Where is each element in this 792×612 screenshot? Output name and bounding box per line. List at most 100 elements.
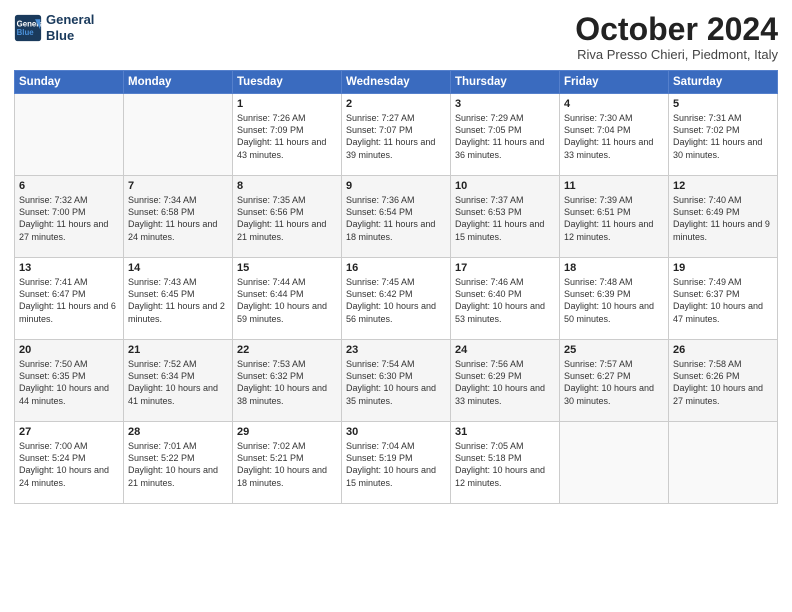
calendar-week-row: 20Sunrise: 7:50 AMSunset: 6:35 PMDayligh… [15,340,778,422]
calendar-day-6: 6Sunrise: 7:32 AMSunset: 7:00 PMDaylight… [15,176,124,258]
day-number: 18 [564,262,664,274]
day-number: 15 [237,262,337,274]
day-number: 25 [564,344,664,356]
day-number: 4 [564,98,664,110]
calendar-day-4: 4 Sunrise: 7:30 AMSunset: 7:04 PMDaylight… [560,94,669,176]
day-info: Sunrise: 7:52 AMSunset: 6:34 PMDaylight:… [128,358,228,407]
day-info: Sunrise: 7:36 AMSunset: 6:54 PMDaylight:… [346,194,446,243]
weekday-header-monday: Monday [124,71,233,94]
day-info: Sunrise: 7:26 AMSunset: 7:09 PMDaylight:… [237,112,337,161]
day-info: Sunrise: 7:35 AMSunset: 6:56 PMDaylight:… [237,194,337,243]
day-number: 7 [128,180,228,192]
calendar-empty [669,422,778,504]
calendar-day-5: 5 Sunrise: 7:31 AMSunset: 7:02 PMDaylight… [669,94,778,176]
calendar-week-row: 27 Sunrise: 7:00 AMSunset: 5:24 PMDayligh… [15,422,778,504]
day-info: Sunrise: 7:37 AMSunset: 6:53 PMDaylight:… [455,194,555,243]
calendar-day-18: 18 Sunrise: 7:48 AMSunset: 6:39 PMDayligh… [560,258,669,340]
header: General Blue General Blue October 2024 R… [14,12,778,62]
day-number: 3 [455,98,555,110]
day-info: Sunrise: 7:04 AMSunset: 5:19 PMDaylight:… [346,440,446,489]
calendar-day-14: 14Sunrise: 7:43 AMSunset: 6:45 PMDayligh… [124,258,233,340]
location-subtitle: Riva Presso Chieri, Piedmont, Italy [575,47,778,62]
day-number: 31 [455,426,555,438]
calendar-day-30: 30 Sunrise: 7:04 AMSunset: 5:19 PMDayligh… [342,422,451,504]
calendar-empty [560,422,669,504]
calendar-day-29: 29Sunrise: 7:02 AMSunset: 5:21 PMDayligh… [233,422,342,504]
day-number: 8 [237,180,337,192]
day-info: Sunrise: 7:39 AMSunset: 6:51 PMDaylight:… [564,194,664,243]
day-number: 30 [346,426,446,438]
day-number: 10 [455,180,555,192]
day-number: 9 [346,180,446,192]
day-info: Sunrise: 7:27 AMSunset: 7:07 PMDaylight:… [346,112,446,161]
calendar-day-3: 3 Sunrise: 7:29 AMSunset: 7:05 PMDaylight… [451,94,560,176]
calendar-day-28: 28Sunrise: 7:01 AMSunset: 5:22 PMDayligh… [124,422,233,504]
day-number: 5 [673,98,773,110]
calendar-day-9: 9 Sunrise: 7:36 AMSunset: 6:54 PMDaylight… [342,176,451,258]
calendar-empty [15,94,124,176]
day-info: Sunrise: 7:57 AMSunset: 6:27 PMDaylight:… [564,358,664,407]
day-number: 20 [19,344,119,356]
day-info: Sunrise: 7:45 AMSunset: 6:42 PMDaylight:… [346,276,446,325]
weekday-header-friday: Friday [560,71,669,94]
weekday-header-thursday: Thursday [451,71,560,94]
day-number: 11 [564,180,664,192]
calendar-day-20: 20Sunrise: 7:50 AMSunset: 6:35 PMDayligh… [15,340,124,422]
day-info: Sunrise: 7:56 AMSunset: 6:29 PMDaylight:… [455,358,555,407]
calendar-day-25: 25 Sunrise: 7:57 AMSunset: 6:27 PMDayligh… [560,340,669,422]
day-info: Sunrise: 7:44 AMSunset: 6:44 PMDaylight:… [237,276,337,325]
day-number: 2 [346,98,446,110]
weekday-header-wednesday: Wednesday [342,71,451,94]
day-number: 13 [19,262,119,274]
day-number: 14 [128,262,228,274]
calendar-day-27: 27 Sunrise: 7:00 AMSunset: 5:24 PMDayligh… [15,422,124,504]
calendar-day-23: 23 Sunrise: 7:54 AMSunset: 6:30 PMDayligh… [342,340,451,422]
day-info: Sunrise: 7:40 AMSunset: 6:49 PMDaylight:… [673,194,773,243]
day-info: Sunrise: 7:53 AMSunset: 6:32 PMDaylight:… [237,358,337,407]
calendar-day-31: 31Sunrise: 7:05 AMSunset: 5:18 PMDayligh… [451,422,560,504]
svg-text:Blue: Blue [17,28,35,37]
day-number: 21 [128,344,228,356]
day-number: 17 [455,262,555,274]
day-number: 1 [237,98,337,110]
calendar-day-16: 16Sunrise: 7:45 AMSunset: 6:42 PMDayligh… [342,258,451,340]
calendar-day-22: 22 Sunrise: 7:53 AMSunset: 6:32 PMDayligh… [233,340,342,422]
calendar-day-1: 1 Sunrise: 7:26 AMSunset: 7:09 PMDaylight… [233,94,342,176]
day-info: Sunrise: 7:31 AMSunset: 7:02 PMDaylight:… [673,112,773,161]
logo: General Blue General Blue [14,12,94,43]
calendar-day-11: 11 Sunrise: 7:39 AMSunset: 6:51 PMDayligh… [560,176,669,258]
day-number: 23 [346,344,446,356]
day-number: 27 [19,426,119,438]
day-info: Sunrise: 7:46 AMSunset: 6:40 PMDaylight:… [455,276,555,325]
day-info: Sunrise: 7:00 AMSunset: 5:24 PMDaylight:… [19,440,119,489]
day-number: 6 [19,180,119,192]
calendar-day-26: 26Sunrise: 7:58 AMSunset: 6:26 PMDayligh… [669,340,778,422]
logo-text: General Blue [46,12,94,43]
title-block: October 2024 Riva Presso Chieri, Piedmon… [575,12,778,62]
calendar-day-21: 21 Sunrise: 7:52 AMSunset: 6:34 PMDayligh… [124,340,233,422]
calendar-week-row: 6Sunrise: 7:32 AMSunset: 7:00 PMDaylight… [15,176,778,258]
day-info: Sunrise: 7:29 AMSunset: 7:05 PMDaylight:… [455,112,555,161]
calendar-week-row: 1 Sunrise: 7:26 AMSunset: 7:09 PMDaylight… [15,94,778,176]
calendar-week-row: 13 Sunrise: 7:41 AMSunset: 6:47 PMDayligh… [15,258,778,340]
calendar-day-12: 12 Sunrise: 7:40 AMSunset: 6:49 PMDayligh… [669,176,778,258]
day-info: Sunrise: 7:02 AMSunset: 5:21 PMDaylight:… [237,440,337,489]
day-info: Sunrise: 7:30 AMSunset: 7:04 PMDaylight:… [564,112,664,161]
page-container: General Blue General Blue October 2024 R… [0,0,792,514]
calendar-day-7: 7 Sunrise: 7:34 AMSunset: 6:58 PMDaylight… [124,176,233,258]
calendar-day-8: 8 Sunrise: 7:35 AMSunset: 6:56 PMDaylight… [233,176,342,258]
calendar-day-15: 15 Sunrise: 7:44 AMSunset: 6:44 PMDayligh… [233,258,342,340]
day-info: Sunrise: 7:41 AMSunset: 6:47 PMDaylight:… [19,276,119,325]
day-info: Sunrise: 7:34 AMSunset: 6:58 PMDaylight:… [128,194,228,243]
logo-icon: General Blue [14,14,42,42]
calendar-day-2: 2 Sunrise: 7:27 AMSunset: 7:07 PMDaylight… [342,94,451,176]
day-number: 12 [673,180,773,192]
calendar-day-17: 17 Sunrise: 7:46 AMSunset: 6:40 PMDayligh… [451,258,560,340]
weekday-header-saturday: Saturday [669,71,778,94]
day-info: Sunrise: 7:49 AMSunset: 6:37 PMDaylight:… [673,276,773,325]
day-number: 22 [237,344,337,356]
weekday-header-row: SundayMondayTuesdayWednesdayThursdayFrid… [15,71,778,94]
day-info: Sunrise: 7:48 AMSunset: 6:39 PMDaylight:… [564,276,664,325]
day-info: Sunrise: 7:54 AMSunset: 6:30 PMDaylight:… [346,358,446,407]
day-info: Sunrise: 7:58 AMSunset: 6:26 PMDaylight:… [673,358,773,407]
